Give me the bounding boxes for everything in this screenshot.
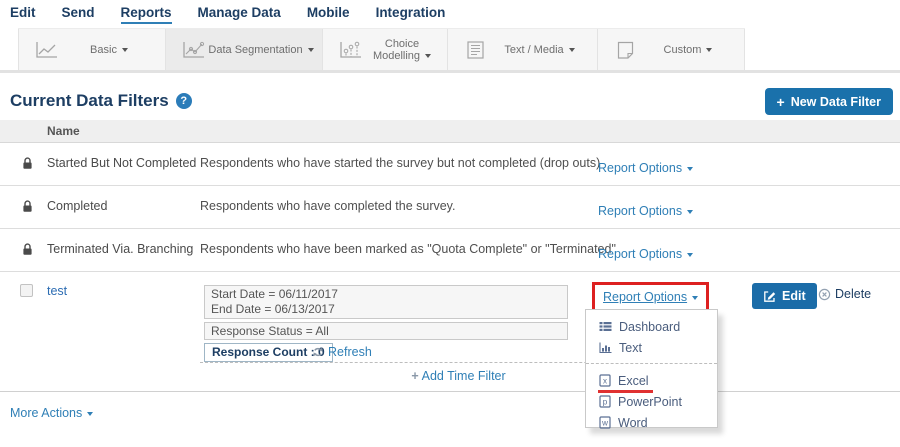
caret-down-icon: [687, 167, 693, 171]
help-icon[interactable]: ?: [176, 93, 192, 109]
powerpoint-file-icon: p: [599, 395, 611, 408]
end-date-condition: End Date = 06/13/2017: [211, 302, 561, 317]
report-options-link[interactable]: Report Options: [598, 204, 693, 218]
survey-reports-page: Edit Send Reports Manage Data Mobile Int…: [0, 0, 900, 447]
bubble-chart-icon: [337, 40, 363, 60]
row-checkbox[interactable]: [20, 284, 33, 297]
svg-text:x: x: [603, 377, 607, 386]
nav-item-mobile[interactable]: Mobile: [307, 5, 350, 22]
status-filter-box: Response Status = All: [204, 322, 568, 340]
tab-label: Choice Modelling: [363, 38, 447, 62]
report-options-dropdown: Dashboard Text x Excel p PowerPoint w: [585, 309, 718, 428]
menu-item-powerpoint[interactable]: p PowerPoint: [586, 391, 717, 412]
data-filters-table: Name Started But Not Completed Responden…: [0, 120, 900, 392]
response-status-condition: Response Status = All: [211, 324, 329, 338]
nav-item-edit[interactable]: Edit: [10, 5, 36, 22]
new-data-filter-button[interactable]: + New Data Filter: [765, 88, 894, 115]
bar-chart-icon: [599, 342, 612, 353]
refresh-link[interactable]: Refresh: [312, 345, 372, 359]
caret-down-icon: [87, 412, 93, 416]
start-date-condition: Start Date = 06/11/2017: [211, 287, 561, 302]
caret-down-icon: [308, 48, 314, 52]
tab-choice-modelling[interactable]: Choice Modelling: [322, 29, 447, 70]
report-options-link-test[interactable]: Report Options: [603, 290, 698, 304]
menu-divider-dashed: [586, 363, 717, 364]
filter-description: Respondents who have started the survey …: [200, 156, 600, 170]
plus-icon: +: [411, 369, 418, 383]
lock-icon: [22, 243, 33, 261]
caret-down-icon: [569, 48, 575, 52]
table-row-test: test Start Date = 06/11/2017 End Date = …: [0, 272, 900, 392]
top-nav: Edit Send Reports Manage Data Mobile Int…: [0, 0, 900, 28]
filter-name: Completed: [47, 199, 107, 213]
delete-link[interactable]: Delete: [818, 287, 871, 301]
menu-item-text[interactable]: Text: [586, 337, 717, 358]
date-filter-box: Start Date = 06/11/2017 End Date = 06/13…: [204, 285, 568, 319]
nav-item-manage-data[interactable]: Manage Data: [198, 5, 281, 22]
menu-item-excel[interactable]: x Excel: [586, 370, 717, 391]
column-header-name: Name: [47, 124, 80, 138]
edit-button[interactable]: Edit: [752, 283, 817, 309]
tab-custom[interactable]: Custom: [597, 29, 745, 70]
filter-name: Terminated Via. Branching: [47, 242, 193, 256]
blank-page-icon: [612, 40, 638, 60]
menu-item-dashboard[interactable]: Dashboard: [586, 316, 717, 337]
caret-down-icon: [687, 253, 693, 257]
filter-name: Started But Not Completed: [47, 156, 196, 170]
dashboard-list-icon: [599, 321, 612, 332]
lock-icon: [22, 200, 33, 218]
tab-label: Custom: [638, 44, 744, 56]
tab-text-media[interactable]: Text / Media: [447, 29, 597, 70]
scatter-line-chart-icon: [180, 40, 206, 60]
caret-down-icon: [706, 48, 712, 52]
caret-down-icon: [425, 54, 431, 58]
table-row: Started But Not Completed Respondents wh…: [0, 143, 900, 186]
report-options-link[interactable]: Report Options: [598, 247, 693, 261]
nav-item-integration[interactable]: Integration: [376, 5, 446, 22]
report-options-link[interactable]: Report Options: [598, 161, 693, 175]
excel-file-icon: x: [599, 374, 611, 387]
filter-description: Respondents who have been marked as "Quo…: [200, 242, 616, 256]
lock-icon: [22, 157, 33, 175]
menu-item-word[interactable]: w Word: [586, 412, 717, 433]
circle-x-icon: [818, 288, 831, 301]
tab-label: Text / Media: [488, 44, 597, 56]
tab-label: Data Segmentation: [206, 44, 322, 56]
tab-basic[interactable]: Basic: [18, 29, 165, 70]
svg-text:p: p: [603, 398, 608, 407]
line-chart-icon: [33, 40, 59, 60]
plus-icon: +: [777, 94, 785, 110]
caret-down-icon: [122, 48, 128, 52]
table-row: Terminated Via. Branching Respondents wh…: [0, 229, 900, 272]
table-header-row: Name: [0, 120, 900, 143]
svg-text:w: w: [601, 419, 608, 428]
pencil-icon: [763, 290, 776, 303]
nav-item-reports[interactable]: Reports: [121, 5, 172, 24]
table-row: Completed Respondents who have completed…: [0, 186, 900, 229]
nav-item-send[interactable]: Send: [62, 5, 95, 22]
word-file-icon: w: [599, 416, 611, 429]
report-type-tabs: Basic Data Segmentation Choice Modelling…: [18, 28, 745, 70]
refresh-icon: [312, 346, 324, 358]
caret-down-icon: [687, 210, 693, 214]
filter-description: Respondents who have completed the surve…: [200, 199, 455, 213]
more-actions-link[interactable]: More Actions: [10, 406, 93, 420]
filter-name-link[interactable]: test: [47, 284, 67, 298]
page-title: Current Data Filters: [10, 91, 169, 111]
document-lines-icon: [462, 40, 488, 60]
tabbar-bottom-border: [0, 70, 900, 73]
tab-label: Basic: [59, 44, 165, 56]
caret-down-icon: [692, 296, 698, 300]
tab-data-segmentation[interactable]: Data Segmentation: [165, 29, 322, 70]
page-head: Current Data Filters ?: [10, 91, 192, 111]
